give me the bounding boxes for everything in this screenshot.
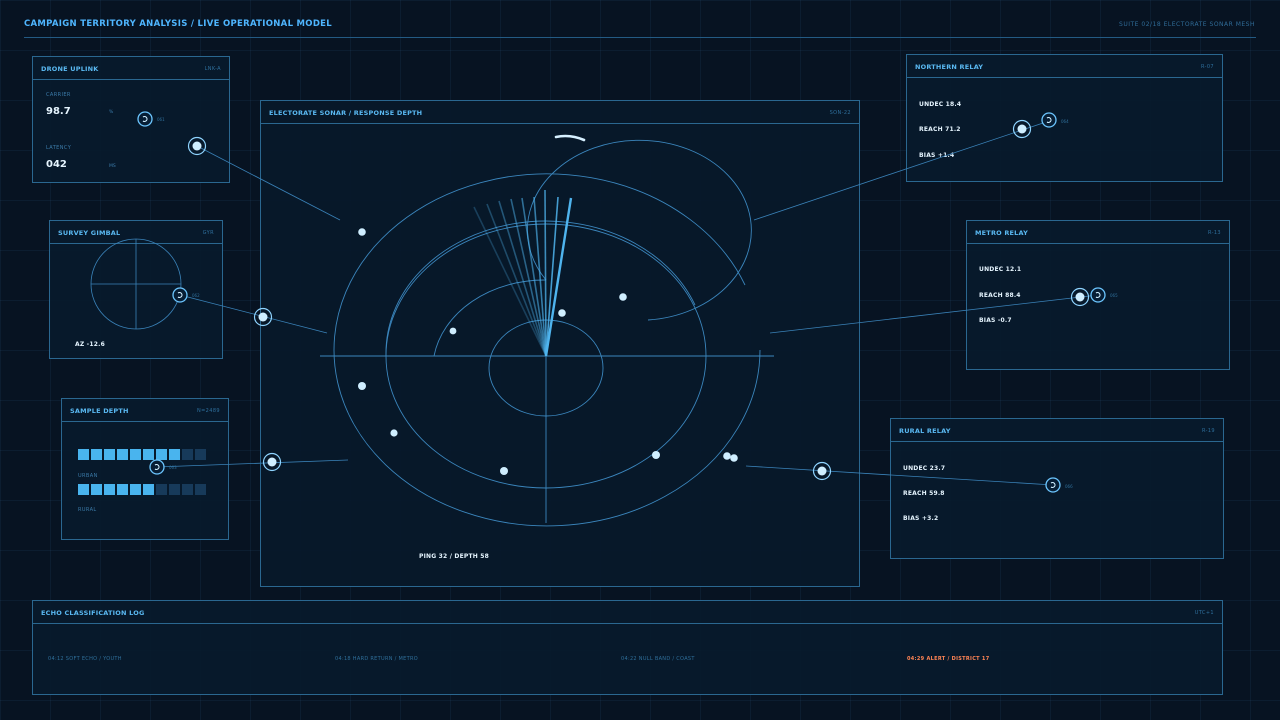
rural-relay-panel: RURAL RELAY R-19 UNDEC 23.7 REACH 59.8 B… [890,418,1224,559]
northern-reach: REACH 71.2 [919,126,961,133]
latency-value: 042 [46,159,67,170]
metro-relay-code: R-13 [1207,230,1221,236]
rural-relay-code: R-19 [1201,428,1215,434]
rural-label: RURAL [78,507,97,513]
northern-relay-header: NORTHERN RELAY R-07 [907,55,1222,78]
depth-cell [156,449,167,460]
drone-uplink-title: DRONE UPLINK [41,65,99,73]
echo-log-header: ECHO CLASSIFICATION LOG UTC+1 [33,601,1222,624]
rural-depth-bar [78,484,206,495]
header-divider [24,37,1256,38]
log-entry[interactable]: 04:12 SOFT ECHO / YOUTH [48,656,122,662]
sonar-panel: ELECTORATE SONAR / RESPONSE DEPTH SON-22… [260,100,860,587]
sonar-title: ELECTORATE SONAR / RESPONSE DEPTH [269,109,423,117]
depth-cell [143,484,154,495]
drone-uplink-header: DRONE UPLINK LNK-A [33,57,229,80]
rural-reach: REACH 59.8 [903,490,945,497]
metro-relay-panel: METRO RELAY R-13 UNDEC 12.1 REACH 88.4 B… [966,220,1230,370]
depth-cell [78,484,89,495]
echo-log-panel: ECHO CLASSIFICATION LOG UTC+1 04:12 SOFT… [32,600,1223,695]
depth-cell [182,449,193,460]
survey-gimbal-panel: SURVEY GIMBAL GYR AZ -12.6 [49,220,223,359]
northern-undec: UNDEC 18.4 [919,101,962,108]
azimuth-readout: AZ -12.6 [75,341,105,348]
urban-depth-bar [78,449,206,460]
drone-uplink-panel: DRONE UPLINK LNK-A CARRIER 98.7 % LATENC… [32,56,230,183]
drone-uplink-code: LNK-A [204,66,221,72]
echo-log-code: UTC+1 [1194,610,1214,616]
depth-cell [104,449,115,460]
depth-cell [143,449,154,460]
northern-relay-code: R-07 [1200,64,1214,70]
sonar-header: ELECTORATE SONAR / RESPONSE DEPTH SON-22 [261,101,859,124]
metro-reach: REACH 88.4 [979,292,1021,299]
urban-label: URBAN [78,473,98,479]
depth-cell [156,484,167,495]
log-entry-alert[interactable]: 04:29 ALERT / DISTRICT 17 [907,656,989,662]
rural-bias: BIAS +3.2 [903,515,939,522]
metro-relay-title: METRO RELAY [975,229,1029,237]
sample-depth-title: SAMPLE DEPTH [70,407,129,415]
metro-undec: UNDEC 12.1 [979,266,1022,273]
northern-relay-title: NORTHERN RELAY [915,63,984,71]
northern-bias: BIAS +1.4 [919,152,955,159]
depth-cell [78,449,89,460]
latency-unit: MS [109,164,116,169]
metro-bias: BIAS -0.7 [979,317,1012,324]
depth-cell [91,484,102,495]
northern-relay-panel: NORTHERN RELAY R-07 UNDEC 18.4 REACH 71.… [906,54,1223,182]
sonar-code: SON-22 [829,110,851,116]
depth-cell [182,484,193,495]
log-entry[interactable]: 04:18 HARD RETURN / METRO [335,656,418,662]
depth-cell [104,484,115,495]
depth-cell [169,484,180,495]
depth-cell [117,484,128,495]
survey-gimbal-title: SURVEY GIMBAL [58,229,121,237]
rural-undec: UNDEC 23.7 [903,465,946,472]
log-entry[interactable]: 04:22 NULL BAND / COAST [621,656,695,662]
sample-depth-header: SAMPLE DEPTH N=2489 [62,399,228,422]
depth-cell [130,484,141,495]
sample-depth-code: N=2489 [196,408,220,414]
depth-cell [169,449,180,460]
sample-depth-panel: SAMPLE DEPTH N=2489 URBAN RURAL [61,398,229,540]
ping-depth-readout: PING 32 / DEPTH 58 [419,553,490,560]
depth-cell [195,449,206,460]
survey-gimbal-code: GYR [202,230,214,236]
echo-log-title: ECHO CLASSIFICATION LOG [41,609,145,617]
carrier-unit: % [109,110,114,115]
latency-label: LATENCY [46,145,72,151]
depth-cell [130,449,141,460]
depth-cell [195,484,206,495]
depth-cell [91,449,102,460]
carrier-value: 98.7 [46,106,71,117]
page-title: CAMPAIGN TERRITORY ANALYSIS / LIVE OPERA… [24,19,333,29]
metro-relay-header: METRO RELAY R-13 [967,221,1229,244]
rural-relay-title: RURAL RELAY [899,427,951,435]
carrier-label: CARRIER [46,92,71,98]
suite-label: SUITE 02/18 ELECTORATE SONAR MESH [1119,21,1255,28]
depth-cell [117,449,128,460]
rural-relay-header: RURAL RELAY R-19 [891,419,1223,442]
survey-gimbal-header: SURVEY GIMBAL GYR [50,221,222,244]
